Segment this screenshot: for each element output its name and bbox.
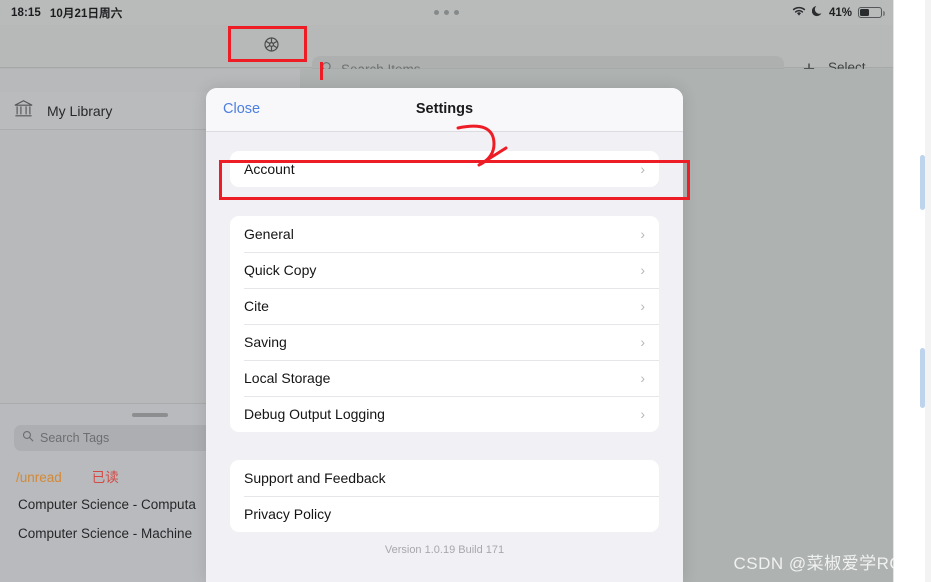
settings-gear-button[interactable] (256, 33, 286, 61)
settings-row-saving[interactable]: Saving › (230, 324, 659, 360)
chevron-right-icon: › (640, 161, 645, 177)
settings-row-label: Local Storage (244, 370, 331, 386)
wifi-icon (792, 6, 806, 20)
tag-chip-row: /unread 已读 (16, 466, 119, 486)
battery-icon (858, 7, 885, 18)
list-item[interactable]: Computer Science - Machine (18, 526, 196, 541)
multitask-dots-icon[interactable] (0, 0, 893, 25)
search-tags-placeholder: Search Tags (40, 431, 110, 445)
settings-row-support-and-feedback[interactable]: Support and Feedback (230, 460, 659, 496)
search-icon (22, 429, 34, 447)
dot (434, 10, 439, 15)
library-bank-icon (13, 99, 34, 123)
battery-fill (860, 9, 870, 16)
screen-root: 18:15 10月21日周六 41% Select My Library Sea… (0, 0, 931, 582)
chevron-right-icon: › (640, 262, 645, 278)
page-title: Settings (415, 101, 474, 117)
moon-icon (811, 5, 823, 20)
settings-row-label: Account (244, 161, 295, 177)
tag-list: Computer Science - Computa Computer Scie… (18, 497, 196, 555)
dot (454, 10, 459, 15)
app-toolbar: Search Items + Select (0, 25, 893, 83)
settings-row-label: Debug Output Logging (244, 406, 385, 422)
settings-row-label: Saving (244, 334, 287, 350)
drag-handle[interactable] (132, 413, 168, 417)
chevron-right-icon: › (640, 226, 645, 242)
status-bar: 18:15 10月21日周六 41% (0, 0, 893, 25)
version-label: Version 1.0.19 Build 171 (384, 544, 505, 556)
dot (444, 10, 449, 15)
settings-row-label: Quick Copy (244, 262, 317, 278)
settings-row-quick-copy[interactable]: Quick Copy › (230, 252, 659, 288)
settings-row-privacy-policy[interactable]: Privacy Policy (230, 496, 659, 532)
settings-row-label: Support and Feedback (244, 470, 386, 486)
chevron-right-icon: › (640, 334, 645, 350)
chevron-right-icon: › (640, 370, 645, 386)
settings-row-account[interactable]: Account › (230, 151, 659, 187)
settings-row-label: Cite (244, 298, 269, 314)
tag-chip-read[interactable]: 已读 (92, 466, 119, 486)
battery-percent-label: 41% (828, 6, 852, 19)
tag-chip-unread[interactable]: /unread (16, 470, 62, 485)
sidebar-item-label: My Library (47, 102, 113, 119)
settings-group-main: General › Quick Copy › Cite › Saving › L… (230, 216, 659, 432)
scrollbar-track[interactable] (925, 0, 931, 582)
settings-row-general[interactable]: General › (230, 216, 659, 252)
settings-group-account: Account › (230, 151, 659, 187)
settings-row-label: General (244, 226, 294, 242)
list-item[interactable]: Computer Science - Computa (18, 497, 196, 512)
gear-icon (262, 35, 281, 59)
chevron-right-icon: › (640, 406, 645, 422)
chevron-right-icon: › (640, 298, 645, 314)
settings-row-debug-output-logging[interactable]: Debug Output Logging › (230, 396, 659, 432)
settings-row-local-storage[interactable]: Local Storage › (230, 360, 659, 396)
settings-row-cite[interactable]: Cite › (230, 288, 659, 324)
watermark: CSDN @菜椒爱学ROS (733, 554, 915, 573)
settings-modal: Close Settings Account › General › Quick… (206, 88, 683, 582)
settings-group-support: Support and Feedback Privacy Policy (230, 460, 659, 532)
right-side-strip (893, 0, 931, 582)
settings-row-label: Privacy Policy (244, 506, 332, 522)
settings-modal-header: Close Settings (206, 88, 683, 132)
status-bar-right: 41% (792, 0, 885, 25)
